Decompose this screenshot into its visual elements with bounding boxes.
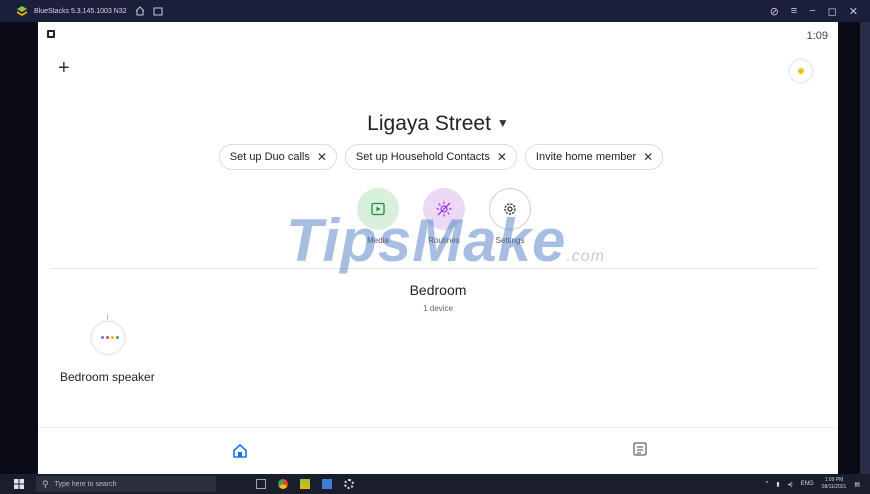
home-name: Ligaya Street — [367, 112, 491, 135]
add-icon[interactable]: + — [58, 58, 78, 80]
close-icon[interactable]: ✕ — [317, 150, 327, 164]
search-placeholder: Type here to search — [54, 480, 117, 488]
home-tab-icon[interactable] — [232, 443, 248, 459]
speaker-light-dot — [106, 336, 109, 339]
speaker-light-dot — [111, 336, 114, 339]
status-clock: 1:09 — [806, 30, 828, 42]
feed-tab-icon[interactable] — [632, 441, 648, 457]
chip-invite-member[interactable]: Invite home member ✕ — [524, 144, 664, 170]
bluestacks-taskbar-icon[interactable] — [300, 479, 310, 489]
language-indicator[interactable]: ENG — [801, 481, 814, 487]
emulator-left-margin — [0, 22, 38, 474]
chip-label: Set up Duo calls — [229, 151, 310, 163]
chip-label: Invite home member — [535, 151, 637, 163]
close-icon[interactable]: ✕ — [643, 150, 653, 164]
windows-taskbar: ⚲ Type here to search ^ ▮ ◂) ENG 1:09 PM… — [0, 474, 870, 494]
device-tile[interactable]: Bedroom speaker — [60, 314, 160, 384]
device-name: Bedroom speaker — [60, 370, 155, 384]
speaker-icon — [92, 314, 124, 354]
task-view-icon[interactable] — [256, 479, 266, 489]
watermark-text: TipsMake — [286, 207, 567, 274]
speaker-light-dot — [116, 336, 119, 339]
room-title: Bedroom — [409, 282, 467, 298]
emulator-right-margin — [838, 22, 860, 474]
volume-icon[interactable]: ◂) — [788, 481, 793, 488]
tray-chevron-icon[interactable]: ^ — [766, 481, 769, 487]
emulator-titlebar: BlueStacks 5.3.145.1003 N32 ⊘ ≡ − ◻ ✕ — [0, 0, 870, 22]
taskbar-search[interactable]: ⚲ Type here to search — [36, 476, 216, 492]
menu-icon[interactable]: ≡ — [791, 5, 797, 17]
window-title: BlueStacks 5.3.145.1003 N32 — [34, 7, 127, 15]
window-controls: ⊘ ≡ − ◻ ✕ — [770, 0, 858, 22]
tray-clock[interactable]: 1:09 PM 08/11/2021 — [822, 477, 847, 491]
settings-taskbar-icon[interactable] — [344, 479, 354, 489]
multi-instance-icon[interactable] — [153, 6, 163, 16]
tray-time: 1:09 PM — [824, 477, 844, 483]
minimize-button[interactable]: − — [809, 5, 815, 17]
tray-date: 08/11/2021 — [821, 484, 847, 490]
home-icon[interactable] — [135, 6, 145, 16]
home-selector[interactable]: Ligaya Street ▼ — [38, 112, 838, 136]
notifications-icon[interactable]: ▤ — [854, 481, 860, 488]
chip-household-contacts[interactable]: Set up Household Contacts ✕ — [344, 144, 517, 170]
restore-button[interactable]: ◻ — [828, 5, 837, 18]
search-icon: ⚲ — [42, 478, 49, 489]
room-device-count: 1 device — [423, 304, 453, 313]
watermark-suffix: .com — [566, 248, 606, 265]
taskbar-apps — [256, 479, 354, 489]
system-tray: ^ ▮ ◂) ENG 1:09 PM 08/11/2021 ▤ — [766, 474, 861, 494]
close-button[interactable]: ✕ — [849, 5, 858, 18]
status-bar: 1:09 — [38, 22, 838, 48]
network-icon[interactable]: ▮ — [776, 481, 779, 488]
account-avatar[interactable] — [790, 60, 812, 82]
android-screen: 1:09 + Ligaya Street ▼ Set up Duo calls ✕… — [38, 22, 838, 474]
chip-duo-calls[interactable]: Set up Duo calls ✕ — [218, 144, 337, 170]
explorer-icon[interactable] — [322, 479, 332, 489]
bluestacks-logo-icon — [17, 6, 27, 16]
chip-label: Set up Household Contacts — [355, 151, 490, 163]
help-icon[interactable]: ⊘ — [770, 5, 779, 18]
chrome-icon[interactable] — [278, 479, 288, 489]
notification-icon — [47, 30, 55, 38]
windows-start-icon[interactable] — [14, 479, 24, 489]
bottom-nav — [38, 427, 838, 474]
suggestion-chips: Set up Duo calls ✕ Set up Household Cont… — [38, 144, 838, 170]
speaker-light-dot — [101, 336, 104, 339]
dropdown-caret-icon: ▼ — [496, 116, 509, 130]
watermark: TipsMake.com — [286, 206, 605, 275]
emulator-side-toolbar[interactable] — [860, 22, 870, 474]
close-icon[interactable]: ✕ — [497, 150, 507, 164]
